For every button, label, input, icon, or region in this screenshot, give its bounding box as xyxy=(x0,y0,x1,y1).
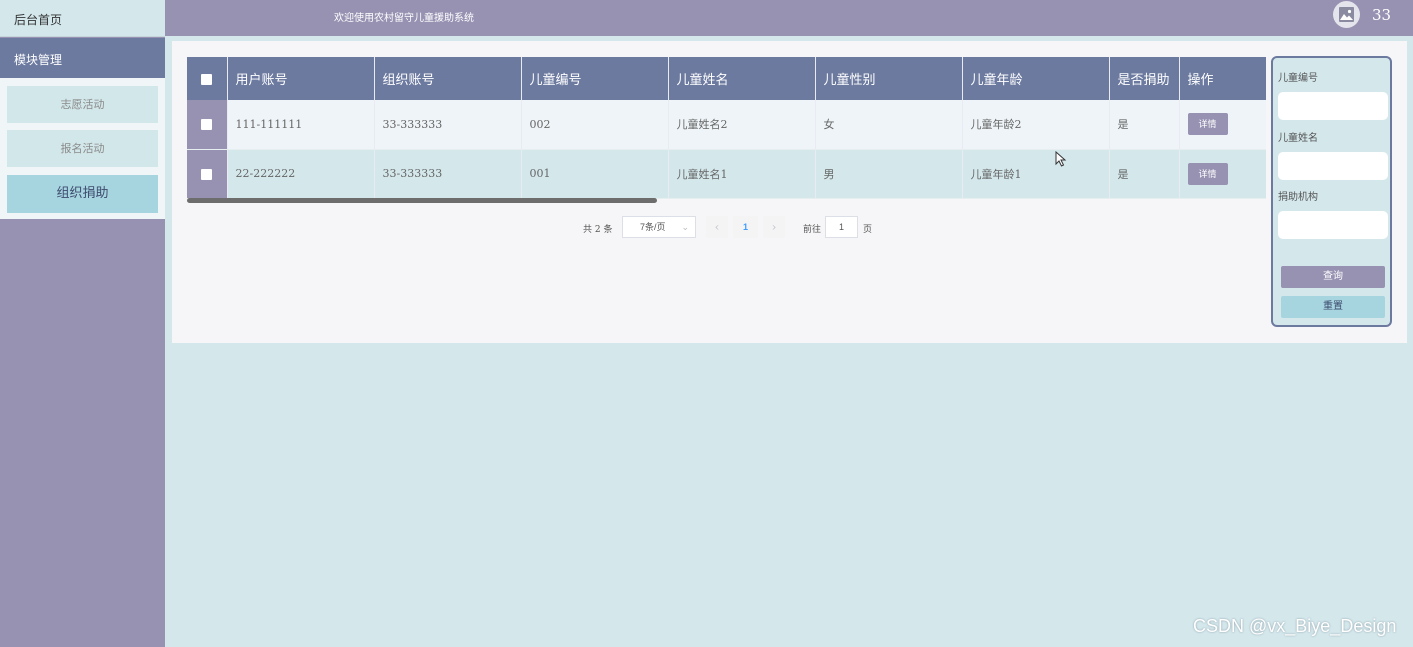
gender-cell: 男 xyxy=(815,149,963,199)
child-no-input[interactable] xyxy=(1278,92,1388,120)
action-cell: 详情 xyxy=(1179,100,1266,150)
page-unit-label: 页 xyxy=(863,225,873,235)
chevron-right-icon: › xyxy=(771,220,777,234)
sidebar-item-org-donation[interactable]: 组织捐助 xyxy=(7,175,158,213)
org-account-cell: 33-333333 xyxy=(374,149,522,199)
home-link[interactable]: 后台首页 xyxy=(0,0,165,37)
avatar[interactable] xyxy=(1333,1,1360,28)
child-no-cell: 002 xyxy=(521,100,669,150)
home-label: 后台首页 xyxy=(14,13,63,27)
data-table: 用户账号 组织账号 儿童编号 儿童姓名 儿童性别 儿童年龄 是否捐助 操作 11… xyxy=(187,57,1266,199)
mouse-cursor-icon xyxy=(1055,151,1067,167)
page-size-value: 7条/页 xyxy=(640,222,666,232)
sidebar: 后台首页 模块管理 志愿活动 报名活动 组织捐助 xyxy=(0,0,165,647)
column-header[interactable]: 儿童姓名 xyxy=(668,57,816,100)
chevron-left-icon: ‹ xyxy=(714,220,720,234)
gender-cell: 女 xyxy=(815,100,963,150)
column-header[interactable]: 组织账号 xyxy=(374,57,522,100)
table-row[interactable]: 22-222222 33-333333 001 儿童姓名1 男 儿童年龄1 是 … xyxy=(187,149,1266,199)
age-cell: 儿童年龄2 xyxy=(962,100,1110,150)
column-header[interactable]: 用户账号 xyxy=(227,57,375,100)
chevron-down-icon: ⌄ xyxy=(681,222,689,232)
donation-org-label: 捐助机构 xyxy=(1278,192,1318,203)
row-checkbox[interactable] xyxy=(201,168,213,180)
select-all-checkbox[interactable] xyxy=(201,74,213,86)
watermark: CSDN @vx_Biye_Design xyxy=(1193,616,1397,636)
user-account-cell: 22-222222 xyxy=(227,149,375,199)
detail-button[interactable]: 详情 xyxy=(1187,162,1228,185)
prev-page-button[interactable]: ‹ xyxy=(706,216,728,238)
org-account-cell: 33-333333 xyxy=(374,100,522,150)
child-no-label: 儿童编号 xyxy=(1278,73,1318,84)
child-name-label: 儿童姓名 xyxy=(1278,133,1318,144)
module-label: 模块管理 xyxy=(14,53,63,67)
column-header: 操作 xyxy=(1179,57,1266,100)
row-select-cell xyxy=(187,149,228,199)
donated-cell: 是 xyxy=(1109,149,1180,199)
page-size-select[interactable]: 7条/页 ⌄ xyxy=(622,216,696,238)
donation-org-input[interactable] xyxy=(1278,211,1388,239)
next-page-button[interactable]: › xyxy=(763,216,785,238)
donated-cell: 是 xyxy=(1109,100,1180,150)
column-header[interactable]: 是否捐助 xyxy=(1109,57,1180,100)
detail-button[interactable]: 详情 xyxy=(1187,113,1228,136)
child-no-cell: 001 xyxy=(521,149,669,199)
horizontal-scrollbar[interactable] xyxy=(187,198,657,203)
search-panel: 儿童编号 儿童姓名 捐助机构 查询 重置 xyxy=(1271,56,1392,327)
pagination-total: 共 2 条 xyxy=(583,225,613,235)
image-icon xyxy=(1339,7,1354,22)
module-management-header[interactable]: 模块管理 xyxy=(0,38,165,78)
child-name-input[interactable] xyxy=(1278,152,1388,180)
query-button[interactable]: 查询 xyxy=(1281,266,1385,288)
column-header[interactable]: 儿童性别 xyxy=(815,57,963,100)
child-name-cell: 儿童姓名2 xyxy=(668,100,816,150)
module-submenu: 志愿活动 报名活动 组织捐助 xyxy=(0,78,165,219)
welcome-text: 欢迎使用农村留守儿童援助系统 xyxy=(334,13,474,24)
row-select-cell xyxy=(187,100,228,150)
child-name-cell: 儿童姓名1 xyxy=(668,149,816,199)
age-cell: 儿童年龄1 xyxy=(962,149,1110,199)
top-bar: 欢迎使用农村留守儿童援助系统 33 xyxy=(165,0,1413,36)
goto-label: 前往 xyxy=(803,225,822,235)
data-table-wrapper: 用户账号 组织账号 儿童编号 儿童姓名 儿童性别 儿童年龄 是否捐助 操作 11… xyxy=(187,57,1266,203)
user-account-cell: 111-111111 xyxy=(227,100,375,150)
table-header-row: 用户账号 组织账号 儿童编号 儿童姓名 儿童性别 儿童年龄 是否捐助 操作 xyxy=(187,57,1266,100)
column-header[interactable]: 儿童编号 xyxy=(521,57,669,100)
row-checkbox[interactable] xyxy=(201,119,213,131)
sidebar-item-volunteer-activity[interactable]: 志愿活动 xyxy=(7,86,158,123)
sidebar-item-signup-activity[interactable]: 报名活动 xyxy=(7,130,158,167)
goto-page-input[interactable]: 1 xyxy=(825,216,858,238)
action-cell: 详情 xyxy=(1179,149,1266,199)
page-number-current[interactable]: 1 xyxy=(733,216,758,238)
user-number: 33 xyxy=(1372,6,1392,24)
table-row[interactable]: 111-111111 33-333333 002 儿童姓名2 女 儿童年龄2 是… xyxy=(187,100,1266,150)
select-all-cell xyxy=(187,57,228,100)
reset-button[interactable]: 重置 xyxy=(1281,296,1385,318)
column-header[interactable]: 儿童年龄 xyxy=(962,57,1110,100)
